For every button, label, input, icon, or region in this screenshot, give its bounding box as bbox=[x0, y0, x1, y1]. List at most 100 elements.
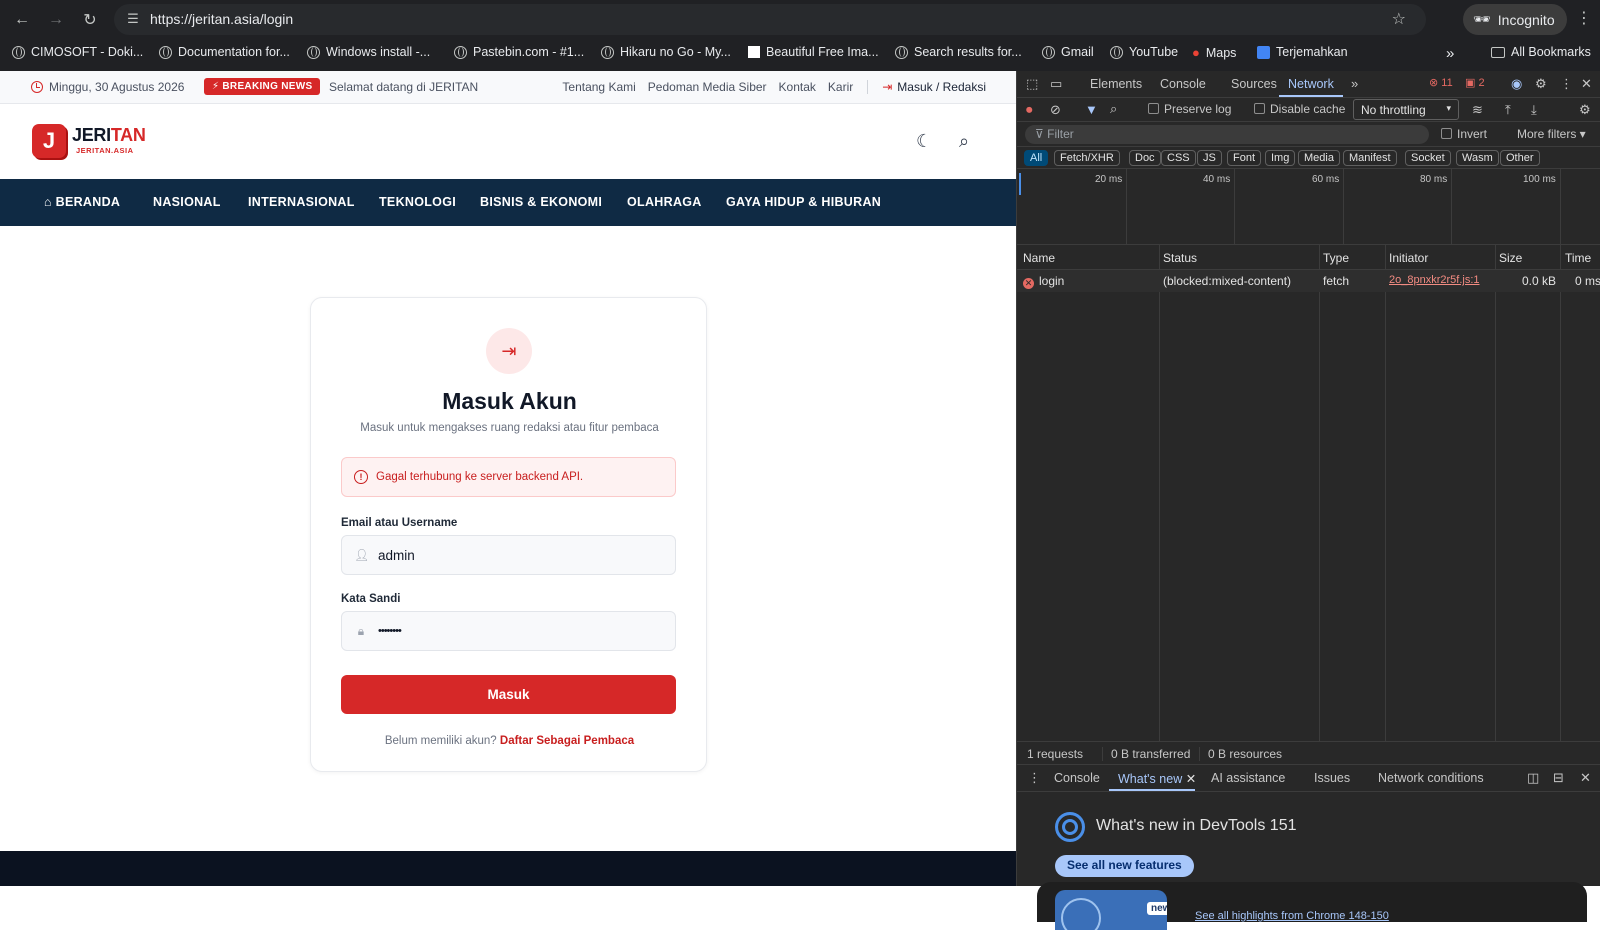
record-stop-icon[interactable]: ⏺ bbox=[1026, 102, 1033, 118]
col-name[interactable]: Name bbox=[1023, 251, 1055, 265]
bookmark-item[interactable]: Search results for... bbox=[895, 45, 1022, 59]
incognito-badge[interactable]: 🕶 Incognito bbox=[1463, 4, 1567, 35]
device-toolbar-icon[interactable]: ▭ bbox=[1050, 76, 1062, 92]
tab-network[interactable]: Network bbox=[1288, 77, 1334, 91]
register-link[interactable]: Daftar Sebagai Pembaca bbox=[500, 735, 634, 747]
import-har-icon[interactable]: ⤒ bbox=[1505, 102, 1511, 118]
search-icon[interactable]: ⌕ bbox=[959, 131, 969, 152]
more-filters-dropdown[interactable]: More filters ▾ bbox=[1517, 127, 1586, 141]
network-conditions-icon[interactable]: ≋ bbox=[1472, 102, 1483, 118]
password-field[interactable]: 🔒︎ •••••••• bbox=[341, 611, 676, 651]
site-info-icon[interactable]: ☰ bbox=[124, 10, 142, 28]
forward-icon[interactable]: → bbox=[40, 5, 72, 35]
more-tabs-icon[interactable]: » bbox=[1351, 76, 1358, 91]
bookmark-item[interactable]: Hikaru no Go - My... bbox=[601, 45, 731, 59]
invert-checkbox[interactable]: Invert bbox=[1441, 127, 1487, 141]
news-ticker[interactable]: Selamat datang di JERITAN bbox=[329, 80, 478, 94]
all-bookmarks[interactable]: All Bookmarks bbox=[1491, 45, 1591, 59]
drawer-tab-issues[interactable]: Issues bbox=[1314, 771, 1350, 785]
bookmark-item[interactable]: Terjemahkan bbox=[1257, 45, 1348, 59]
more-bookmarks-icon[interactable]: » bbox=[1446, 45, 1454, 62]
see-all-features-button[interactable]: See all new features bbox=[1055, 855, 1194, 877]
login-redaksi-link[interactable]: ⇥ Masuk / Redaksi bbox=[882, 80, 986, 94]
url-text[interactable]: https://jeritan.asia/login bbox=[150, 11, 293, 27]
tab-console[interactable]: Console bbox=[1160, 77, 1206, 91]
highlights-thumbnail[interactable]: new bbox=[1055, 890, 1167, 930]
bookmark-star-icon[interactable]: ☆ bbox=[1392, 9, 1406, 29]
search-icon[interactable]: ⌕ bbox=[1110, 101, 1117, 117]
email-value[interactable]: admin bbox=[378, 548, 415, 563]
nav-internasional[interactable]: INTERNASIONAL bbox=[248, 195, 355, 209]
nav-bisnis-ekonomi[interactable]: BISNIS & EKONOMI bbox=[480, 195, 602, 209]
filter-icon[interactable]: ▼ bbox=[1085, 102, 1098, 117]
chip-all[interactable]: All bbox=[1024, 150, 1049, 166]
request-name[interactable]: ✕ login bbox=[1023, 274, 1064, 289]
network-settings-icon[interactable]: ⚙ bbox=[1579, 102, 1591, 118]
reload-icon[interactable]: ↻ bbox=[74, 5, 106, 35]
chip-img[interactable]: Img bbox=[1265, 150, 1296, 166]
nav-beranda[interactable]: ⌂ BERANDA bbox=[44, 195, 120, 209]
link-pedoman-media[interactable]: Pedoman Media Siber bbox=[648, 80, 767, 94]
drawer-tab-console[interactable]: Console bbox=[1054, 771, 1100, 785]
logo-mark[interactable]: J bbox=[32, 124, 66, 158]
warning-count[interactable]: ▣ 2 bbox=[1465, 76, 1485, 89]
col-status[interactable]: Status bbox=[1163, 251, 1197, 265]
table-row[interactable]: ✕ login (blocked:mixed-content) fetch 2o_… bbox=[1017, 270, 1600, 292]
bookmark-item[interactable]: Windows install -... bbox=[307, 45, 430, 59]
clear-icon[interactable]: ⊘ bbox=[1050, 102, 1061, 118]
nav-olahraga[interactable]: OLAHRAGA bbox=[627, 195, 702, 209]
link-karir[interactable]: Karir bbox=[828, 80, 853, 94]
nav-nasional[interactable]: NASIONAL bbox=[153, 195, 221, 209]
ai-icon[interactable]: ◉ bbox=[1511, 76, 1522, 92]
chip-socket[interactable]: Socket bbox=[1405, 150, 1451, 166]
highlights-link[interactable]: See all highlights from Chrome 148-150 bbox=[1195, 910, 1389, 922]
link-tentang-kami[interactable]: Tentang Kami bbox=[562, 80, 635, 94]
col-time[interactable]: Time bbox=[1565, 251, 1591, 265]
chip-fetch-xhr[interactable]: Fetch/XHR bbox=[1054, 150, 1120, 166]
close-drawer-icon[interactable]: ✕ bbox=[1580, 770, 1591, 786]
chip-other[interactable]: Other bbox=[1500, 150, 1540, 166]
address-bar[interactable]: ☰ https://jeritan.asia/login ☆ bbox=[114, 4, 1426, 35]
chip-css[interactable]: CSS bbox=[1161, 150, 1196, 166]
back-icon[interactable]: ← bbox=[6, 5, 38, 35]
preserve-log-checkbox[interactable]: Preserve log bbox=[1148, 102, 1231, 116]
inspect-icon[interactable]: ⬚ bbox=[1026, 76, 1038, 92]
chip-js[interactable]: JS bbox=[1197, 150, 1222, 166]
export-har-icon[interactable]: ⤓ bbox=[1531, 102, 1537, 118]
chip-wasm[interactable]: Wasm bbox=[1456, 150, 1499, 166]
drawer-tab-network-conditions[interactable]: Network conditions bbox=[1378, 771, 1484, 785]
email-field[interactable]: 👤︎ admin bbox=[341, 535, 676, 575]
bookmark-item[interactable]: Gmail bbox=[1042, 45, 1094, 59]
submit-button[interactable]: Masuk bbox=[341, 675, 676, 714]
chip-media[interactable]: Media bbox=[1298, 150, 1340, 166]
filter-input[interactable]: ⊽ Filter bbox=[1025, 125, 1429, 144]
bookmark-item[interactable]: CIMOSOFT - Doki... bbox=[12, 45, 143, 59]
bookmark-item[interactable]: Pastebin.com - #1... bbox=[454, 45, 584, 59]
drawer-menu-icon[interactable]: ⋮ bbox=[1028, 770, 1041, 786]
tab-elements[interactable]: Elements bbox=[1090, 77, 1142, 91]
nav-teknologi[interactable]: TEKNOLOGI bbox=[379, 195, 456, 209]
password-value[interactable]: •••••••• bbox=[378, 625, 402, 637]
drawer-tab-whats-new[interactable]: What's new ✕ bbox=[1118, 771, 1196, 786]
chip-doc[interactable]: Doc bbox=[1129, 150, 1161, 166]
drawer-toggle-icon[interactable]: ⊟ bbox=[1553, 770, 1564, 786]
link-kontak[interactable]: Kontak bbox=[779, 80, 816, 94]
network-timeline[interactable]: 20 ms 40 ms 60 ms 80 ms 100 ms bbox=[1017, 169, 1600, 245]
nav-gaya-hidup[interactable]: GAYA HIDUP & HIBURAN bbox=[726, 195, 881, 209]
col-initiator[interactable]: Initiator bbox=[1389, 251, 1428, 265]
error-count[interactable]: ⊗ 11 bbox=[1429, 76, 1453, 89]
drawer-tab-ai-assistance[interactable]: AI assistance bbox=[1211, 771, 1285, 785]
dark-mode-icon[interactable]: ☾ bbox=[916, 131, 932, 152]
browser-menu-icon[interactable]: ⋮ bbox=[1576, 8, 1592, 28]
col-size[interactable]: Size bbox=[1499, 251, 1522, 265]
bookmark-item[interactable]: Beautiful Free Ima... bbox=[748, 45, 879, 59]
close-devtools-icon[interactable]: ✕ bbox=[1581, 76, 1592, 92]
chip-manifest[interactable]: Manifest bbox=[1343, 150, 1397, 166]
tab-sources[interactable]: Sources bbox=[1231, 77, 1277, 91]
throttling-select[interactable]: No throttling ▾ bbox=[1353, 99, 1459, 120]
col-type[interactable]: Type bbox=[1323, 251, 1349, 265]
bookmark-item[interactable]: YouTube bbox=[1110, 45, 1178, 59]
dock-side-icon[interactable]: ◫ bbox=[1527, 770, 1539, 786]
close-tab-icon[interactable]: ✕ bbox=[1186, 772, 1196, 786]
logo-text[interactable]: JERITAN bbox=[72, 125, 146, 146]
